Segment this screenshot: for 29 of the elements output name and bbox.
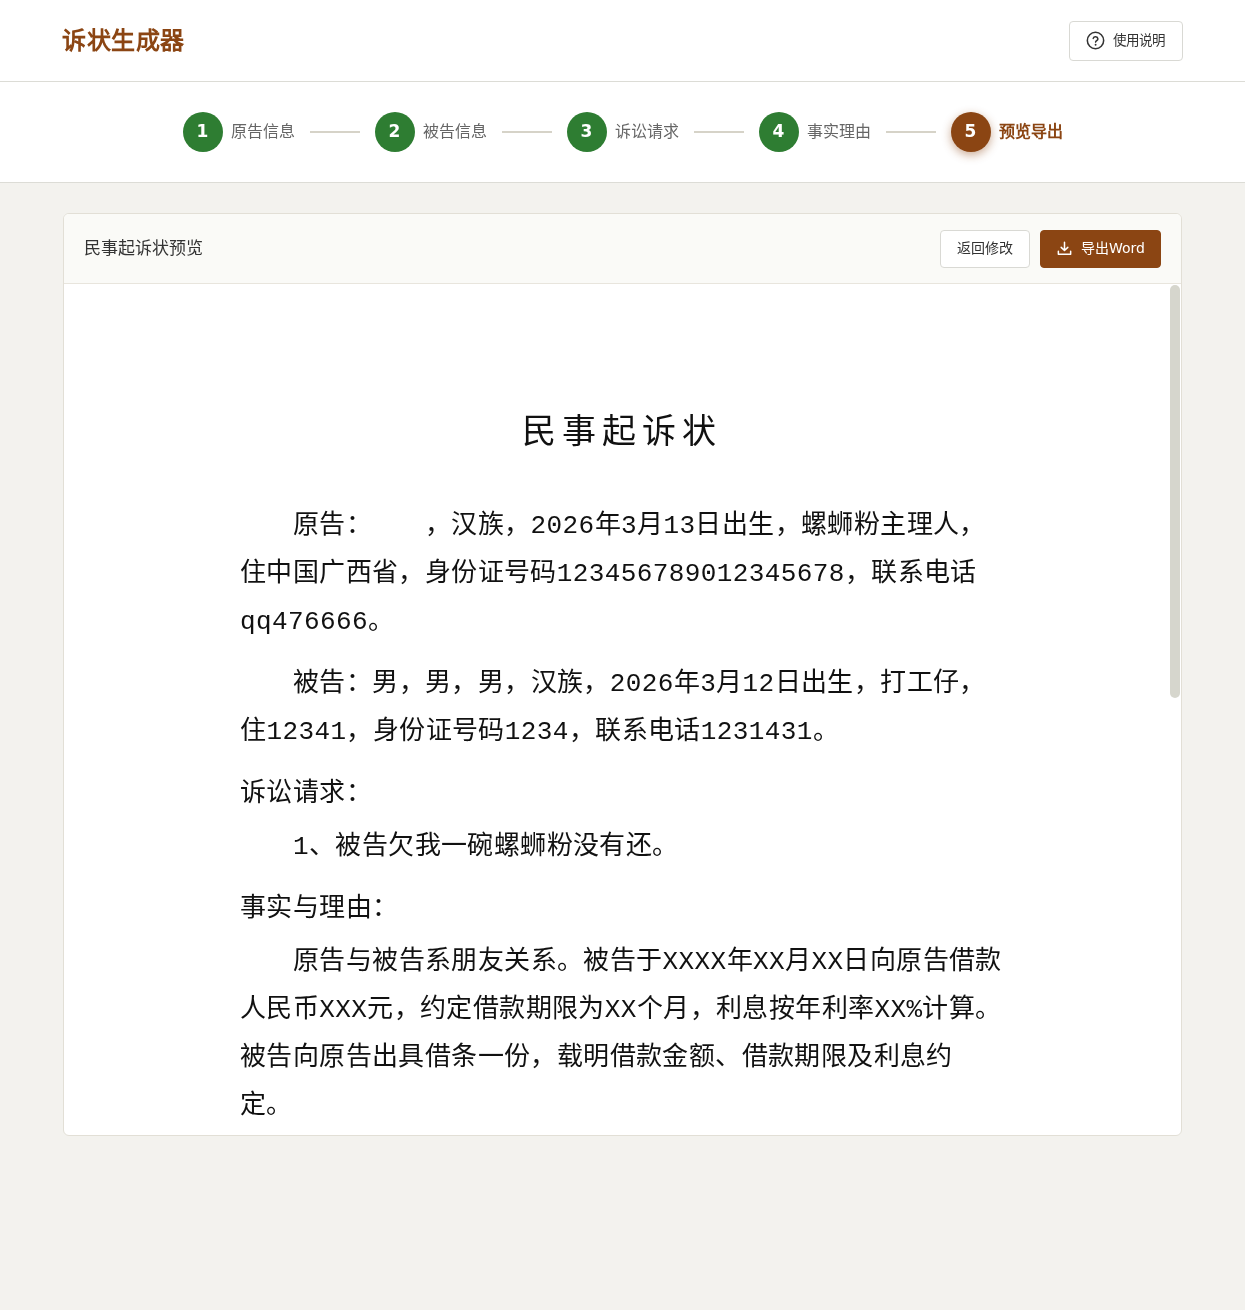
document-paragraph: 原告与被告系朋友关系。被告于XXXX年XX月XX日向原告借款人民币XXX元，约定借款期限为XX个月，利息按年利率XX%计算。被告向原告出具借条一份，载明借款金额、借款期限及利息约定。 (240, 945, 1003, 1123)
step-connector (501, 131, 552, 133)
help-button[interactable]: 使用说明 (1069, 20, 1183, 61)
step-connector (885, 131, 936, 133)
section-heading: 事实与理由： (240, 892, 400, 926)
step-number[interactable]: 2 (374, 112, 415, 152)
step-connector (309, 131, 360, 133)
export-button[interactable]: 导出Word (1040, 229, 1161, 268)
step-number[interactable]: 1 (182, 112, 223, 152)
preview-title: 民事起诉状预览 (84, 236, 203, 260)
download-icon (1056, 240, 1073, 257)
document-paragraph: 被告：男，男，男，汉族，2026年3月12日出生，打工仔，住12341，身份证号码1234，联系电话1231431。 (240, 667, 987, 749)
back-button[interactable]: 返回修改 (940, 229, 1030, 268)
step-label[interactable]: 事实理由 (806, 120, 871, 144)
claim-item: 1、被告欠我一碗螺蛳粉没有还。 (292, 830, 680, 864)
step-number[interactable]: 5 (950, 112, 991, 152)
step-label[interactable]: 预览导出 (998, 120, 1063, 144)
step-connector (693, 131, 744, 133)
scrollbar-thumb[interactable] (1170, 285, 1180, 698)
step-number[interactable]: 3 (566, 112, 607, 152)
step-number[interactable]: 4 (758, 112, 799, 152)
document-title: 民事起诉状 (520, 412, 723, 452)
step-label[interactable]: 被告信息 (422, 120, 487, 144)
app-title: 诉状生成器 (62, 25, 185, 57)
document-paragraph: 原告： ，汉族，2026年3月13日出生，螺蛳粉主理人，住中国广西省，身份证号码123456789012345678，联系电话qq476666。 (240, 509, 987, 639)
step-label[interactable]: 原告信息 (230, 120, 295, 144)
help-icon (1086, 31, 1105, 50)
step-label[interactable]: 诉讼请求 (614, 120, 679, 144)
section-heading: 诉讼请求： (240, 777, 373, 811)
